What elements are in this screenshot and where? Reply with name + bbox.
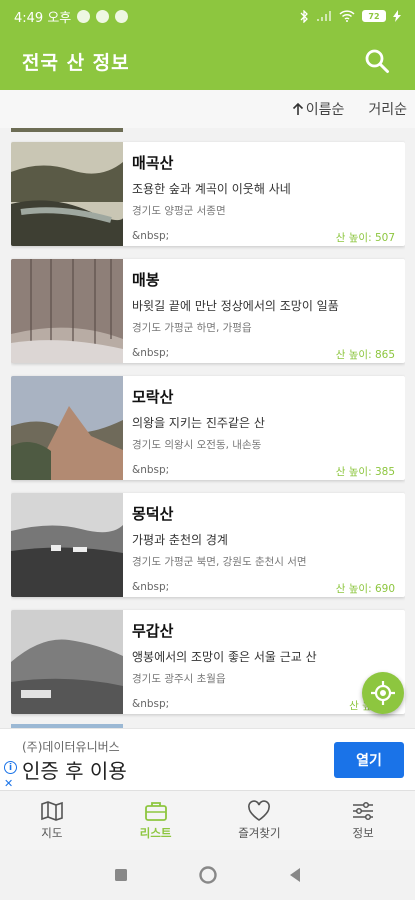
home-button[interactable] [198, 865, 218, 885]
mountain-name: 몽덕산 [132, 505, 174, 523]
mountain-height: 산 높이: 507 [335, 232, 395, 244]
search-button[interactable] [361, 45, 393, 77]
bottom-nav: 지도 리스트 즐겨찾기 정보 [0, 790, 415, 850]
mountain-note: &nbsp; [132, 698, 170, 710]
search-icon [365, 49, 389, 73]
mountain-note: &nbsp; [132, 347, 170, 359]
mountain-name: 모락산 [132, 388, 174, 406]
mountain-description: 앵봉에서의 조망이 좋은 서울 근교 산 [132, 650, 317, 664]
battery-indicator: 72 [362, 10, 386, 22]
arrow-up-icon [292, 102, 303, 115]
briefcase-icon [144, 802, 167, 821]
status-bar: 4:49 오후 72 [0, 0, 415, 32]
sort-bar: 이름순 거리순 [0, 90, 415, 128]
app-notification-icon [96, 9, 110, 23]
my-location-button[interactable] [362, 672, 404, 714]
mountain-photo [11, 376, 123, 480]
mountain-thumbnail [11, 493, 123, 597]
ad-banner[interactable]: i ✕ (주)데이터유니버스 인증 후 이용 열기 [0, 728, 415, 790]
mountain-thumbnail [11, 142, 125, 246]
mountain-photo [11, 142, 125, 246]
nav-list[interactable]: 리스트 [104, 791, 208, 850]
previous-item-thumbnail-edge [11, 128, 123, 132]
sliders-icon [353, 801, 374, 821]
mountain-note: &nbsp; [132, 464, 170, 476]
mountain-address: 경기도 광주시 초월읍 [132, 673, 226, 685]
nav-map-label: 지도 [41, 826, 63, 840]
signal-icon [317, 11, 331, 21]
mountain-height: 산 높이: 385 [335, 466, 395, 478]
mountain-address: 경기도 가평군 하면, 가평읍 [132, 322, 252, 334]
ad-close-icon[interactable]: ✕ [4, 777, 13, 790]
mountain-description: 가평과 춘천의 경계 [132, 533, 228, 547]
mountain-thumbnail [11, 610, 123, 714]
mountain-photo [11, 610, 123, 714]
list-item[interactable]: 매봉 바윗길 끝에 만난 정상에서의 조망이 일품 경기도 가평군 하면, 가평… [11, 259, 405, 363]
app-title: 전국 산 정보 [22, 51, 130, 74]
mountain-address: 경기도 의왕시 오전동, 내손동 [132, 439, 262, 451]
ad-info-icon[interactable]: i [4, 761, 17, 774]
list-item[interactable]: 무갑산 앵봉에서의 조망이 좋은 서울 근교 산 경기도 광주시 초월읍 &nb… [11, 610, 405, 714]
app-bar: 전국 산 정보 [0, 32, 415, 90]
bluetooth-icon [300, 9, 308, 23]
mountain-thumbnail [11, 259, 123, 363]
ad-advertiser: (주)데이터유니버스 [22, 740, 120, 754]
mountain-height: 산 높이: 865 [335, 349, 395, 361]
mountain-note: &nbsp; [132, 230, 170, 242]
mountain-description: 의왕을 지키는 진주같은 산 [132, 416, 265, 430]
wifi-icon [339, 10, 355, 22]
map-icon [41, 801, 63, 821]
sort-by-name-button[interactable]: 이름순 [292, 99, 345, 119]
sort-by-distance-button[interactable]: 거리순 [368, 99, 407, 119]
sort-by-distance-label: 거리순 [368, 102, 407, 118]
system-nav-bar [0, 850, 415, 900]
nav-info[interactable]: 정보 [311, 791, 415, 850]
mountain-photo [11, 259, 123, 363]
mountain-address: 경기도 양평군 서종면 [132, 205, 226, 217]
mountain-description: 바윗길 끝에 만난 정상에서의 조망이 일품 [132, 299, 339, 313]
recents-button[interactable] [114, 868, 128, 882]
mountain-name: 매곡산 [132, 154, 174, 172]
nav-favorites-label: 즐겨찾기 [238, 826, 281, 840]
list-item[interactable]: 모락산 의왕을 지키는 진주같은 산 경기도 의왕시 오전동, 내손동 &nbs… [11, 376, 405, 480]
list-item[interactable]: 매곡산 조용한 숲과 계곡이 이웃해 사네 경기도 양평군 서종면 &nbsp;… [11, 142, 405, 246]
nav-favorites[interactable]: 즐겨찾기 [208, 791, 312, 850]
status-time: 4:49 오후 [14, 10, 72, 26]
mountain-description: 조용한 숲과 계곡이 이웃해 사네 [132, 182, 291, 196]
nav-map[interactable]: 지도 [0, 791, 104, 850]
notification-icon [77, 9, 91, 23]
back-button[interactable] [288, 867, 302, 883]
mountain-list[interactable]: 매곡산 조용한 숲과 계곡이 이웃해 사네 경기도 양평군 서종면 &nbsp;… [11, 128, 405, 728]
mountain-address: 경기도 가평군 북면, 강원도 춘천시 서면 [132, 556, 307, 568]
list-item[interactable]: 몽덕산 가평과 춘천의 경계 경기도 가평군 북면, 강원도 춘천시 서면 &n… [11, 493, 405, 597]
nav-info-label: 정보 [352, 826, 374, 840]
mountain-thumbnail [11, 376, 123, 480]
message-icon [115, 9, 129, 23]
heart-icon [248, 800, 271, 821]
sort-by-name-label: 이름순 [305, 102, 345, 118]
mountain-name: 매봉 [132, 271, 160, 289]
mountain-height: 산 높이: 690 [335, 583, 395, 595]
mountain-note: &nbsp; [132, 581, 170, 593]
charging-icon [393, 10, 401, 22]
nav-list-label: 리스트 [139, 826, 172, 840]
ad-open-button[interactable]: 열기 [334, 742, 404, 778]
mountain-photo [11, 493, 123, 597]
crosshair-icon [371, 681, 395, 705]
ad-headline: 인증 후 이용 [22, 759, 127, 783]
mountain-name: 무갑산 [132, 622, 174, 640]
